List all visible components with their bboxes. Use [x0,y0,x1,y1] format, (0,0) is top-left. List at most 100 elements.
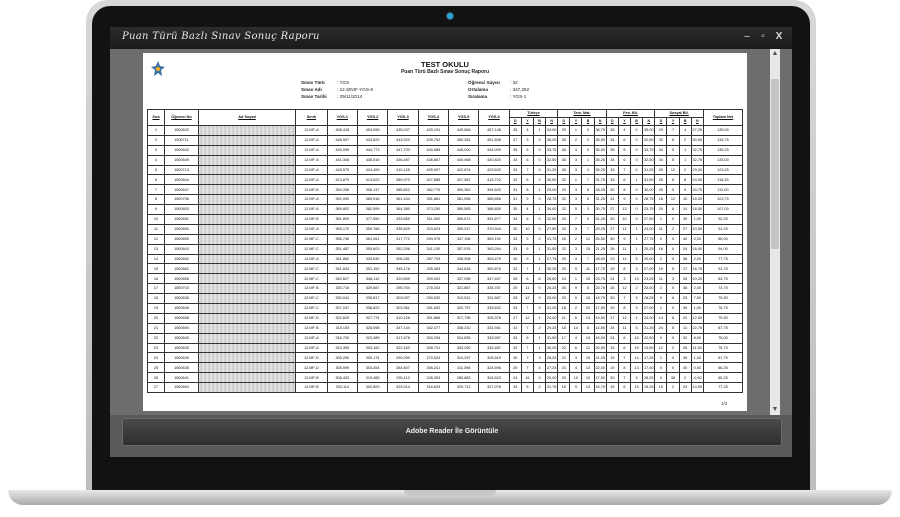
window-title: Puan Türü Bazlı Sınav Sonuç Raporu [122,31,320,42]
open-in-adobe-reader-button[interactable]: Adobe Reader İle Görüntüle [123,419,781,445]
table-cell: 30 [605,214,619,225]
table-cell: 1500632 [163,125,199,136]
table-cell: 0 [532,283,547,295]
table-cell: 39 [678,352,692,364]
table-cell: 78,00 [702,332,744,344]
table-cell: 5 [630,253,644,265]
table-cell: 12.MF-D [295,362,328,374]
table-cell: 35,25 [593,164,607,176]
table-cell: 36 [605,125,619,136]
table-cell: 0 [630,194,644,206]
table-cell: 1 [581,154,595,166]
table-cell: 8 [520,184,534,196]
column-header: Sıra [147,109,165,126]
table-cell: 369,192 [478,233,510,245]
table-cell: 0 [532,144,547,156]
table-cell: 8 [147,194,165,206]
table-cell: 5 [147,164,165,176]
table-cell: 1500713 [163,164,199,176]
subject-header: Tem. Mat. [557,109,607,118]
table-cell: 3 [630,293,644,305]
table-cell: 0 [581,125,595,136]
table-cell: 11 [678,322,692,334]
table-cell: 5 [569,204,583,216]
table-cell: 6 [520,332,534,344]
table-cell: 16 [520,372,534,384]
subject-header: Fen. Bil. [605,109,656,118]
document-viewer[interactable]: TEST OKULU Puan Türü Bazlı Sınav Sonuç R… [110,49,792,415]
table-cell: 29 [557,184,571,196]
table-cell: 6 [617,342,632,354]
table-cell: 91,25 [702,223,744,235]
table-cell: 336,210 [448,322,480,334]
table-row: 7 1500647 12.MF-B 394,336 396,137 385,822 382,… [147,184,744,196]
table-cell: 12.MF-A [295,253,328,265]
table-cell: 23 [557,362,571,374]
scroll-up-icon[interactable]: ▲ [771,50,779,58]
table-cell: 28,25 [642,293,656,305]
table-cell: 1500649 [163,154,199,166]
table-cell: 364,380 [387,204,419,216]
table-cell: 355,603 [356,243,389,255]
table-cell: 4 [520,125,534,136]
table-cell: 1 [630,223,644,235]
table-cell: 17,25 [642,352,656,364]
table-cell: 0 [532,372,547,384]
scroll-down-icon[interactable]: ▼ [771,406,779,414]
table-cell: 30 [557,223,571,235]
table-row: 13 1500643 12.MF-C 351,487 355,603 352,256 341… [147,243,744,255]
vertical-scrollbar[interactable]: ▲ ▼ [770,49,780,415]
column-header: Toplam Net [702,109,744,126]
table-row: 10 1500651 12.MF-B 381,809 377,950 333,669 311… [147,214,744,225]
table-cell: 8 [617,184,632,196]
table-cell: 17 [678,263,692,275]
table-cell: 407,885 [417,174,450,186]
table-cell: 303,454 [356,362,389,374]
redacted-student-name [197,214,297,225]
redacted-student-name [197,263,297,275]
table-cell: 76,75 [702,303,744,314]
table-cell: 6 [147,174,165,186]
student-count-value: 32 [512,80,518,85]
table-cell: 0 [630,184,644,196]
table-cell: 1500642 [163,144,199,156]
table-cell: 342,477 [417,322,450,334]
table-cell: 28,25 [593,184,607,196]
table-cell: 0 [532,223,547,235]
table-cell: 270,524 [417,352,450,364]
table-cell: 24 [605,332,619,344]
scrollbar-thumb[interactable] [771,79,779,249]
redacted-student-name [197,204,297,216]
table-cell: 338,787 [478,283,510,295]
table-cell: 329,712 [448,382,480,394]
table-cell: 319,465 [356,372,389,384]
minimize-icon[interactable]: – [740,31,754,43]
table-cell: 8 [617,263,632,275]
table-cell: 439,792 [417,134,450,146]
table-cell: 9 [569,283,583,295]
table-cell: 0 [532,134,547,146]
table-cell: 391,677 [478,214,510,225]
table-cell: 303,361 [387,303,419,314]
close-icon[interactable]: X [772,31,786,43]
table-cell: 331,941 [478,322,510,334]
table-cell: 34 [605,154,619,166]
table-cell: 1500641 [163,372,199,384]
sub-header: D [508,117,522,126]
restore-icon[interactable]: ▫ [756,31,770,43]
redacted-student-name [197,174,297,186]
table-cell: 23,25 [642,273,656,285]
table-cell: 18 [654,194,668,206]
table-cell: 27 [678,223,692,235]
table-cell: 351,881 [417,194,450,206]
table-cell: 39 [557,125,571,136]
table-cell: 29,25 [545,322,559,334]
table-cell: 23 [605,253,619,265]
report-page: TEST OKULU Puan Türü Bazlı Sınav Sonuç R… [143,53,747,411]
table-cell: 10 [520,223,534,235]
table-cell: 28,75 [545,194,559,206]
table-cell: 10,25 [690,273,704,285]
table-cell: 321,867 [448,283,480,295]
table-cell: 13 [630,273,644,285]
table-cell: 2 [654,253,668,265]
